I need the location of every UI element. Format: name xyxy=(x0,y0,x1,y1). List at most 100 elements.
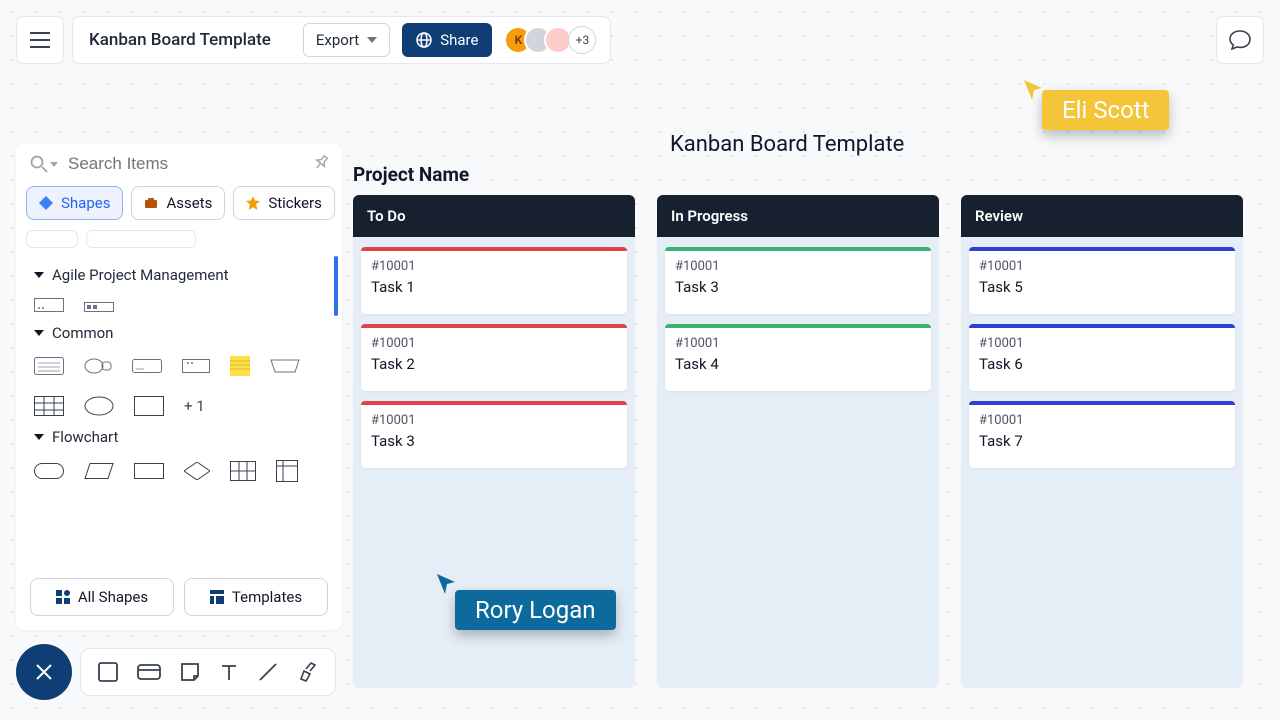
card-title: Task 5 xyxy=(979,278,1225,296)
kanban-card[interactable]: #10001 Task 2 xyxy=(361,324,627,391)
share-button[interactable]: Share xyxy=(402,23,492,57)
shape-grid3[interactable] xyxy=(230,461,256,481)
export-button[interactable]: Export xyxy=(303,23,390,57)
kanban-column-review[interactable]: Review #10001 Task 5 #10001 Task 6 #1000… xyxy=(961,195,1243,688)
star-icon xyxy=(246,196,260,210)
shapes-panel: Shapes Assets Stickers Agile Project Man… xyxy=(16,144,342,630)
tool-highlighter[interactable] xyxy=(297,661,319,683)
collaborator-cursor-rory: Rory Logan xyxy=(435,572,616,630)
collaborator-label: Rory Logan xyxy=(455,590,616,630)
shape-rectangle[interactable] xyxy=(134,396,164,416)
briefcase-icon xyxy=(144,196,158,210)
board-title[interactable]: Kanban Board Template xyxy=(89,30,271,50)
tool-text[interactable] xyxy=(219,662,239,682)
diamond-icon xyxy=(39,196,53,210)
card-id: #10001 xyxy=(979,259,1225,274)
tab-label: Shapes xyxy=(61,194,110,212)
tab-stub[interactable] xyxy=(86,230,196,248)
globe-icon xyxy=(416,32,432,48)
templates-icon xyxy=(210,590,224,604)
avatar-overflow[interactable]: +3 xyxy=(568,26,596,54)
shape-sticky-note[interactable] xyxy=(230,356,250,376)
kanban-card[interactable]: #10001 Task 5 xyxy=(969,247,1235,314)
chat-button[interactable] xyxy=(1216,16,1264,64)
shape-terminator[interactable] xyxy=(34,463,64,479)
card-title: Task 1 xyxy=(371,278,617,296)
avatar-stack[interactable]: K +3 xyxy=(504,26,596,54)
card-title: Task 3 xyxy=(675,278,921,296)
column-header[interactable]: In Progress xyxy=(657,195,939,237)
scrollbar[interactable] xyxy=(334,256,338,316)
canvas-title[interactable]: Kanban Board Template xyxy=(670,132,904,157)
tab-shapes[interactable]: Shapes xyxy=(26,186,123,220)
kanban-card[interactable]: #10001 Task 4 xyxy=(665,324,931,391)
shape-input[interactable] xyxy=(132,359,162,373)
section-label: Flowchart xyxy=(52,428,118,446)
tool-sticky[interactable] xyxy=(179,661,201,683)
kanban-card[interactable]: #10001 Task 1 xyxy=(361,247,627,314)
caret-down-icon xyxy=(34,330,44,336)
tab-assets[interactable]: Assets xyxy=(131,186,225,220)
shapes-icon xyxy=(56,590,70,604)
card-title: Task 7 xyxy=(979,432,1225,450)
card-id: #10001 xyxy=(371,413,617,428)
search-icon[interactable] xyxy=(30,155,58,173)
tool-rectangle[interactable] xyxy=(97,661,119,683)
shape-db[interactable] xyxy=(276,460,298,482)
shape-decision[interactable] xyxy=(184,462,210,480)
project-name[interactable]: Project Name xyxy=(353,163,469,186)
all-shapes-button[interactable]: All Shapes xyxy=(30,578,174,616)
column-header[interactable]: Review xyxy=(961,195,1243,237)
shape-box-dots[interactable] xyxy=(182,359,210,373)
chevron-down-icon xyxy=(50,162,58,167)
tab-stickers[interactable]: Stickers xyxy=(233,186,335,220)
shape-process[interactable] xyxy=(134,463,164,479)
tool-line[interactable] xyxy=(257,661,279,683)
section-common[interactable]: Common xyxy=(34,324,324,342)
hamburger-icon xyxy=(30,32,50,48)
card-title: Task 4 xyxy=(675,355,921,373)
card-id: #10001 xyxy=(371,259,617,274)
column-header[interactable]: To Do xyxy=(353,195,635,237)
shape-ellipse[interactable] xyxy=(84,396,114,416)
shape-table[interactable] xyxy=(34,396,64,416)
shape-keyboard[interactable] xyxy=(34,357,64,375)
chat-icon xyxy=(1229,30,1251,50)
kanban-card[interactable]: #10001 Task 3 xyxy=(361,401,627,468)
section-flowchart[interactable]: Flowchart xyxy=(34,428,324,446)
section-agile[interactable]: Agile Project Management xyxy=(34,266,324,284)
cursor-arrow-icon xyxy=(435,572,459,596)
shape-card-small[interactable] xyxy=(34,298,64,312)
card-id: #10001 xyxy=(675,336,921,351)
templates-button[interactable]: Templates xyxy=(184,578,328,616)
card-title: Task 2 xyxy=(371,355,617,373)
card-id: #10001 xyxy=(979,413,1225,428)
collaborator-label: Eli Scott xyxy=(1042,90,1169,130)
kanban-column-inprogress[interactable]: In Progress #10001 Task 3 #10001 Task 4 xyxy=(657,195,939,688)
tab-stub[interactable] xyxy=(26,230,78,248)
share-label: Share xyxy=(440,31,478,49)
card-id: #10001 xyxy=(979,336,1225,351)
shape-card-wide[interactable] xyxy=(84,298,114,312)
cursor-arrow-icon xyxy=(1022,78,1046,102)
tab-label: Stickers xyxy=(268,194,322,212)
export-label: Export xyxy=(316,31,359,49)
close-fab[interactable] xyxy=(16,644,72,700)
card-id: #10001 xyxy=(675,259,921,274)
button-label: All Shapes xyxy=(78,588,148,606)
shape-tray[interactable] xyxy=(270,359,300,373)
kanban-card[interactable]: #10001 Task 7 xyxy=(969,401,1235,468)
kanban-card[interactable]: #10001 Task 6 xyxy=(969,324,1235,391)
close-icon xyxy=(34,662,54,682)
shape-chip[interactable] xyxy=(84,357,112,375)
menu-button[interactable] xyxy=(16,16,64,64)
shapes-more[interactable]: + 1 xyxy=(184,397,205,415)
card-title: Task 3 xyxy=(371,432,617,450)
kanban-card[interactable]: #10001 Task 3 xyxy=(665,247,931,314)
shape-parallelogram[interactable] xyxy=(84,463,114,479)
button-label: Templates xyxy=(232,588,302,606)
tab-label: Assets xyxy=(166,194,212,212)
tool-card[interactable] xyxy=(137,662,161,682)
section-label: Agile Project Management xyxy=(52,266,229,284)
search-input[interactable] xyxy=(68,154,312,174)
